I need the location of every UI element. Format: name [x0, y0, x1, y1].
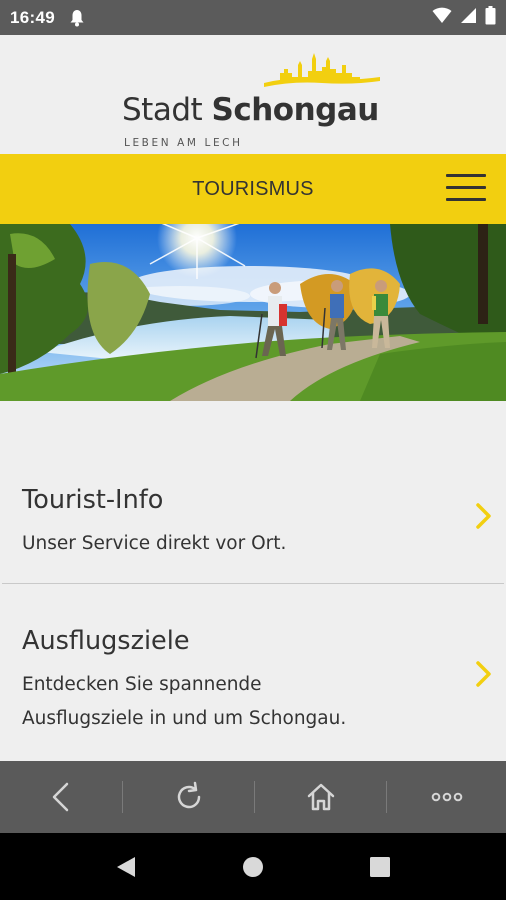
- bottom-toolbar: [0, 761, 506, 833]
- system-back-icon[interactable]: [86, 833, 166, 900]
- chevron-right-icon: [476, 661, 491, 687]
- battery-icon: [485, 6, 496, 29]
- list-item-tourist-info[interactable]: Tourist-Info Unser Service direkt vor Or…: [0, 401, 506, 583]
- list-item-description-line2: Ausflugsziele in und um Schongau.: [22, 708, 347, 729]
- header: Stadt Schongau LEBEN AM LECH: [0, 35, 506, 154]
- back-icon[interactable]: [0, 761, 122, 833]
- hero-image: [0, 224, 506, 401]
- section-navbar: TOURISMUS: [0, 154, 506, 224]
- logo-wordmark: Stadt Schongau: [122, 92, 379, 128]
- list-item-ausflugsziele[interactable]: Ausflugsziele Entdecken Sie spannende Au…: [0, 584, 506, 761]
- chevron-right-icon: [476, 503, 491, 529]
- logo-tagline: LEBEN AM LECH: [124, 137, 243, 149]
- list-item-title: Tourist-Info: [22, 485, 164, 515]
- system-home-icon[interactable]: [213, 833, 293, 900]
- home-icon[interactable]: [255, 761, 386, 833]
- wifi-icon: [432, 7, 452, 28]
- cellular-signal-icon: [460, 7, 477, 28]
- page-title: TOURISMUS: [192, 177, 314, 200]
- more-icon[interactable]: [387, 761, 506, 833]
- reload-icon[interactable]: [123, 761, 254, 833]
- hamburger-menu-icon[interactable]: [446, 173, 486, 203]
- list-item-description: Entdecken Sie spannende: [22, 674, 262, 695]
- system-navigation-bar: [0, 833, 506, 900]
- skyline-logo-icon: [264, 53, 380, 87]
- notification-bell-icon: [69, 9, 85, 27]
- list-item-title: Ausflugsziele: [22, 626, 190, 656]
- status-time: 16:49: [10, 7, 55, 27]
- list-item-description: Unser Service direkt vor Ort.: [22, 533, 287, 554]
- content-list: Tourist-Info Unser Service direkt vor Or…: [0, 401, 506, 761]
- status-bar: 16:49: [0, 0, 506, 35]
- stadt-schongau-logo[interactable]: Stadt Schongau LEBEN AM LECH: [122, 51, 392, 149]
- system-recents-icon[interactable]: [340, 833, 420, 900]
